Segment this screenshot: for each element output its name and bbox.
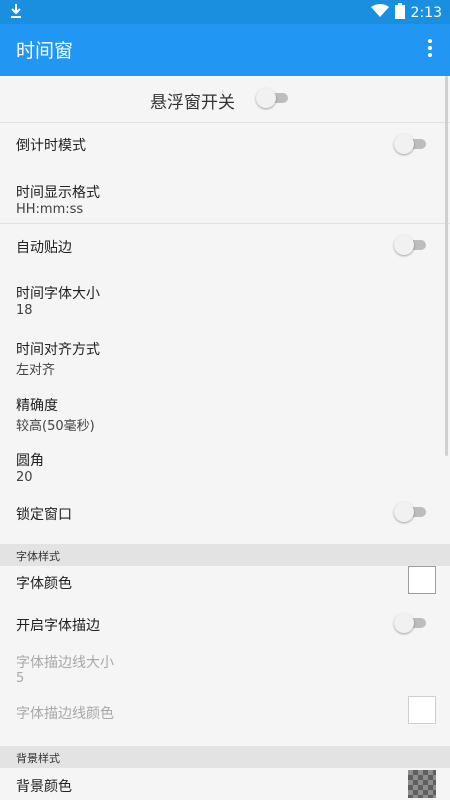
countdown-label: 倒计时模式: [16, 138, 86, 154]
lock-label: 锁定窗口: [16, 507, 72, 523]
time-format-label: 时间显示格式: [16, 185, 100, 201]
stroke-color-swatch[interactable]: [408, 696, 436, 724]
countdown-row[interactable]: 倒计时模式: [0, 123, 450, 171]
download-icon: [10, 3, 22, 23]
precision-label: 精确度: [16, 398, 58, 414]
stroke-size-row[interactable]: 字体描边线大小 5: [0, 648, 450, 702]
auto-snap-row[interactable]: 自动贴边: [0, 224, 450, 270]
stroke-size-label: 字体描边线大小: [16, 655, 114, 671]
countdown-toggle[interactable]: [394, 134, 428, 154]
lock-row[interactable]: 锁定窗口: [0, 494, 450, 542]
section-header-font-style: 字体样式: [0, 544, 450, 566]
more-vert-icon[interactable]: [420, 36, 440, 64]
bg-color-swatch[interactable]: [408, 770, 436, 798]
font-color-swatch[interactable]: [408, 566, 436, 594]
align-row[interactable]: 时间对齐方式 左对齐: [0, 328, 450, 382]
auto-snap-toggle[interactable]: [394, 235, 428, 255]
time-format-value: HH:mm:ss: [16, 202, 84, 217]
stroke-color-row[interactable]: 字体描边线颜色: [0, 696, 450, 744]
master-switch-toggle[interactable]: [256, 88, 290, 108]
bg-color-label: 背景颜色: [16, 779, 72, 795]
font-color-row[interactable]: 字体颜色: [0, 566, 450, 614]
font-color-label: 字体颜色: [16, 576, 72, 592]
font-size-row[interactable]: 时间字体大小 18: [0, 272, 450, 326]
precision-row[interactable]: 精确度 较高(50毫秒): [0, 384, 450, 438]
precision-value: 较高(50毫秒): [16, 419, 95, 434]
corner-row[interactable]: 圆角 20: [0, 439, 450, 493]
stroke-size-value: 5: [16, 671, 25, 686]
stroke-color-label: 字体描边线颜色: [16, 706, 114, 722]
section-title: 字体样式: [16, 550, 60, 563]
wifi-icon: [370, 4, 389, 22]
lock-toggle[interactable]: [394, 502, 428, 522]
master-switch-label: 悬浮窗开关: [150, 93, 235, 113]
align-label: 时间对齐方式: [16, 342, 100, 358]
align-value: 左对齐: [16, 363, 56, 378]
stroke-toggle[interactable]: [394, 613, 428, 633]
master-switch-row[interactable]: 悬浮窗开关: [0, 76, 450, 122]
section-title: 背景样式: [16, 752, 60, 765]
status-time: 2:13: [410, 5, 442, 21]
corner-label: 圆角: [16, 453, 44, 469]
app-title: 时间窗: [16, 40, 74, 62]
corner-value: 20: [16, 470, 33, 485]
time-format-row[interactable]: 时间显示格式 HH:mm:ss: [0, 171, 450, 223]
auto-snap-label: 自动贴边: [16, 240, 72, 256]
app-bar: 时间窗: [0, 24, 450, 76]
section-header-background-style: 背景样式: [0, 746, 450, 768]
bg-color-row[interactable]: 背景颜色: [0, 768, 450, 800]
scrollbar[interactable]: [445, 76, 448, 456]
font-size-label: 时间字体大小: [16, 286, 100, 302]
settings-list: 悬浮窗开关 倒计时模式 时间显示格式 HH:mm:ss 自动贴边 时间字体大小 …: [0, 76, 450, 800]
font-size-value: 18: [16, 303, 33, 318]
stroke-toggle-label: 开启字体描边: [16, 618, 100, 634]
status-bar: 2:13: [0, 0, 450, 24]
battery-icon: [394, 3, 405, 23]
